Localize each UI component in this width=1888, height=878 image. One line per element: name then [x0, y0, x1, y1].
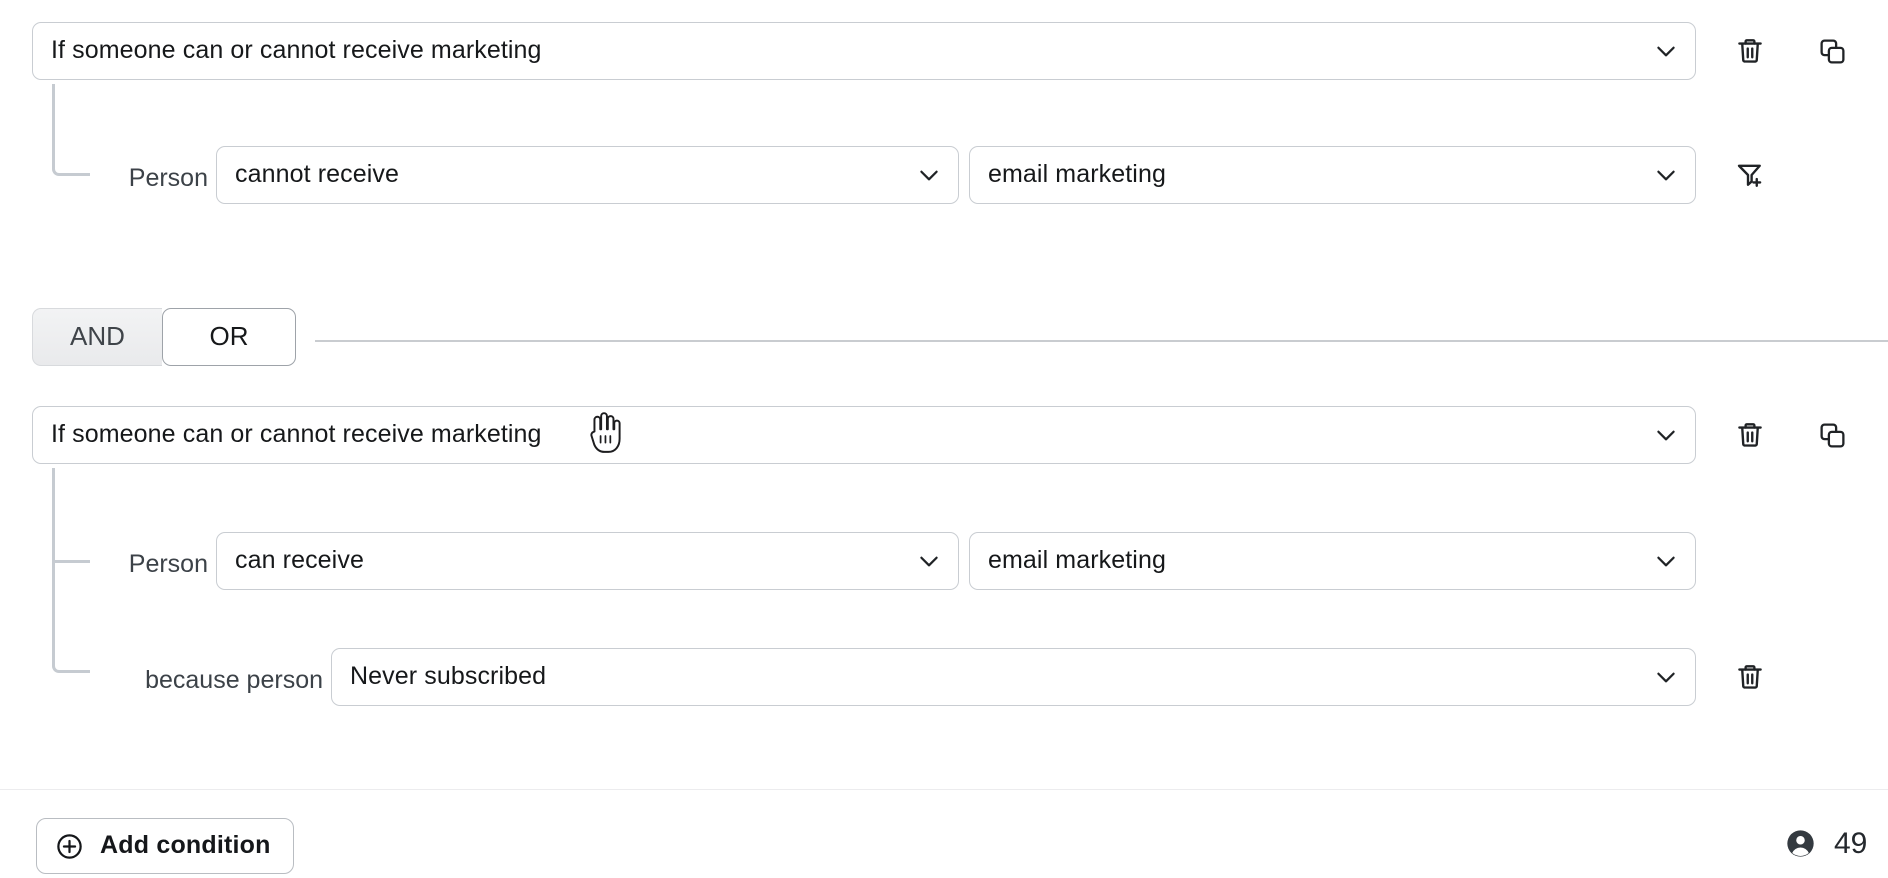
chevron-down-icon — [1653, 422, 1679, 448]
audience-count: 49 — [1785, 828, 1867, 859]
tree-connector-1 — [52, 84, 90, 176]
condition-type-value-2: If someone can or cannot receive marketi… — [51, 422, 1653, 449]
marketing-channel-value-1: email marketing — [988, 162, 1653, 189]
audience-count-value: 49 — [1834, 829, 1867, 859]
chevron-down-icon — [1653, 38, 1679, 64]
row-label-because-person-2: because person — [0, 668, 323, 693]
row-label-person-2: Person — [0, 552, 208, 577]
duplicate-condition-button-1[interactable] — [1809, 28, 1855, 74]
chevron-down-icon — [1653, 162, 1679, 188]
add-filter-button-1[interactable] — [1727, 152, 1773, 198]
marketing-channel-select-2[interactable]: email marketing — [969, 532, 1696, 590]
logic-operator-or[interactable]: OR — [162, 308, 296, 366]
condition-type-value-1: If someone can or cannot receive marketi… — [51, 38, 1653, 65]
plus-circle-icon — [55, 832, 84, 861]
delete-condition-button-2[interactable] — [1727, 412, 1773, 458]
logic-divider-line — [315, 340, 1888, 342]
person-operator-select-1[interactable]: cannot receive — [216, 146, 959, 204]
delete-condition-button-1[interactable] — [1727, 28, 1773, 74]
add-condition-label: Add condition — [100, 833, 271, 860]
person-operator-select-2[interactable]: can receive — [216, 532, 959, 590]
chevron-down-icon — [916, 162, 942, 188]
chevron-down-icon — [916, 548, 942, 574]
segment-condition-builder: If someone can or cannot receive marketi… — [0, 0, 1888, 878]
trash-icon — [1735, 420, 1765, 450]
reason-value-2: Never subscribed — [350, 664, 1653, 691]
row-label-person-1: Person — [0, 166, 208, 191]
trash-icon — [1735, 662, 1765, 692]
condition-type-select-2[interactable]: If someone can or cannot receive marketi… — [32, 406, 1696, 464]
duplicate-condition-button-2[interactable] — [1809, 412, 1855, 458]
reason-select-2[interactable]: Never subscribed — [331, 648, 1696, 706]
marketing-channel-select-1[interactable]: email marketing — [969, 146, 1696, 204]
account-circle-icon — [1785, 828, 1816, 859]
chevron-down-icon — [1653, 664, 1679, 690]
trash-icon — [1735, 36, 1765, 66]
chevron-down-icon — [1653, 548, 1679, 574]
copy-icon — [1818, 37, 1847, 66]
logic-operator-toggle[interactable]: AND OR — [32, 308, 296, 366]
delete-reason-button-2[interactable] — [1727, 654, 1773, 700]
logic-operator-and[interactable]: AND — [32, 308, 162, 366]
person-operator-value-2: can receive — [235, 548, 916, 575]
footer-divider — [0, 789, 1888, 790]
add-condition-button[interactable]: Add condition — [36, 818, 294, 874]
filter-plus-icon — [1735, 160, 1765, 190]
marketing-channel-value-2: email marketing — [988, 548, 1653, 575]
copy-icon — [1818, 421, 1847, 450]
condition-type-select-1[interactable]: If someone can or cannot receive marketi… — [32, 22, 1696, 80]
person-operator-value-1: cannot receive — [235, 162, 916, 189]
